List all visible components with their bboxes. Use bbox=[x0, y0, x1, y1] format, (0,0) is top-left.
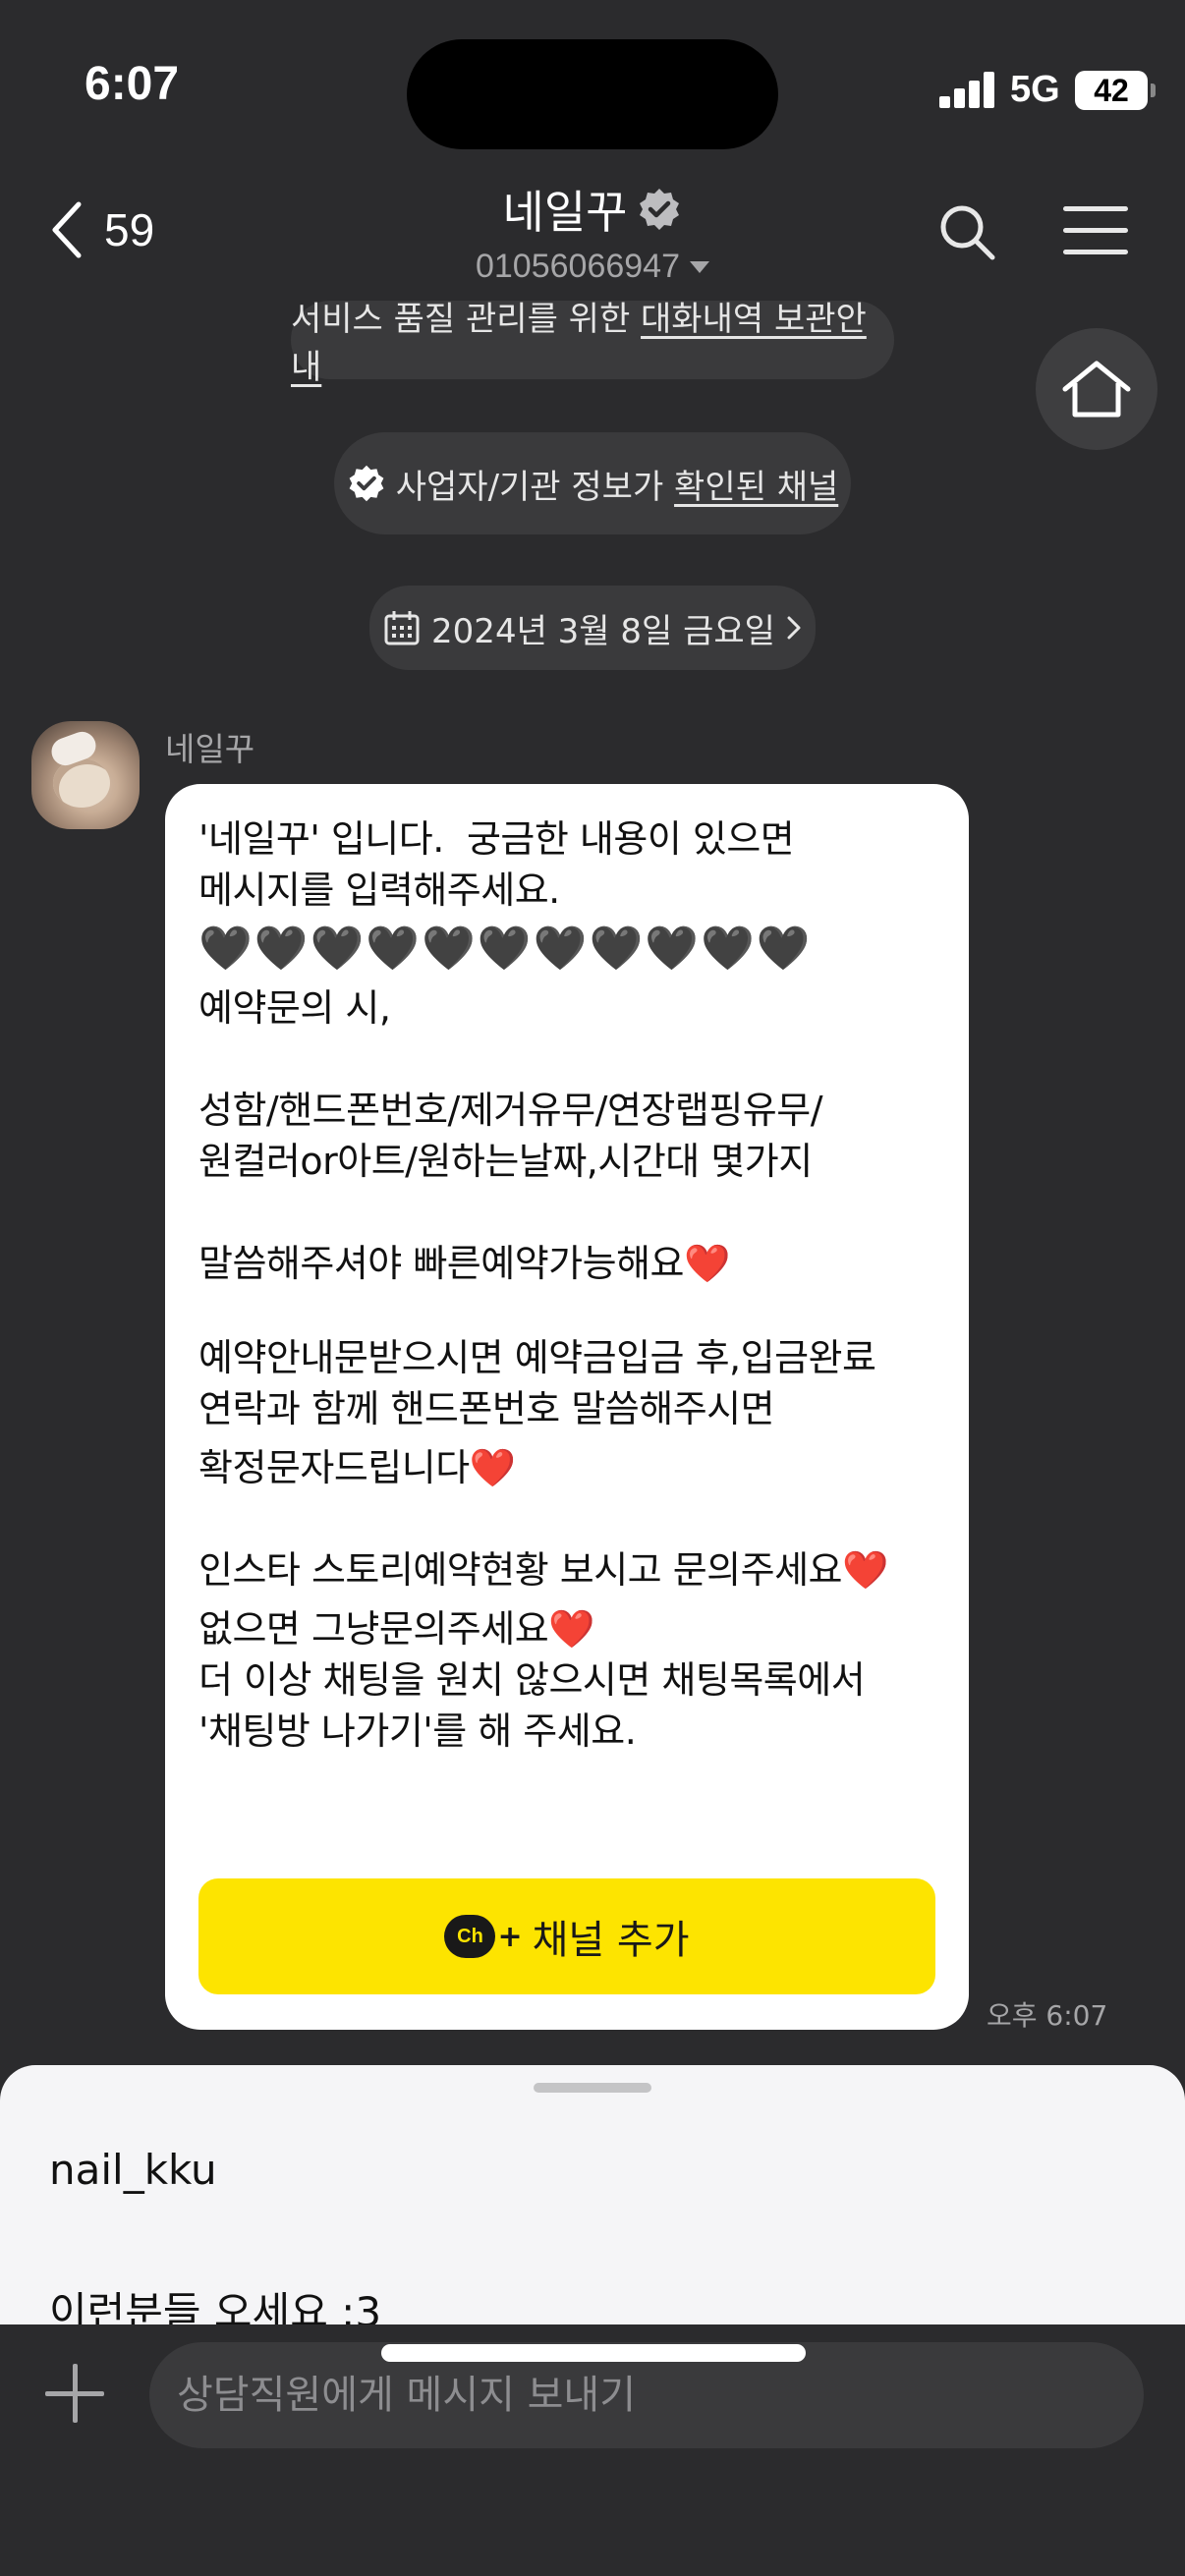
verified-badge-icon bbox=[640, 189, 680, 230]
home-button[interactable] bbox=[1036, 328, 1157, 450]
message-line: 예약문의 시, bbox=[198, 986, 391, 1030]
sheet-text-line: 이런분들 오세요 :3 bbox=[49, 2288, 382, 2324]
message-line: 성함/핸드폰번호/제거유무/연장랩핑유무/원컬러or아트/원하는날짜,시간대 몇… bbox=[198, 1089, 823, 1183]
date-divider[interactable]: 2024년 3월 8일 금요일 bbox=[369, 586, 816, 670]
add-channel-label: 채널 추가 bbox=[532, 1918, 690, 1963]
add-channel-button[interactable]: Ch + 채널 추가 bbox=[198, 1878, 935, 1994]
network-label: 5G bbox=[1010, 69, 1060, 110]
kakao-channel-icon: Ch bbox=[444, 1915, 496, 1958]
home-indicator[interactable] bbox=[381, 2344, 806, 2362]
verified-channel-notice[interactable]: 사업자/기관 정보가 확인된 채널 bbox=[334, 432, 851, 534]
storage-notice-text: 서비스 품질 관리를 위한 대화내역 보관안내 bbox=[291, 300, 867, 387]
message-text: '네일꾸' 입니다. 궁금한 내용이 있으면 메시지를 입력해주세요. 🖤🖤🖤🖤🖤… bbox=[198, 813, 935, 1757]
message-line: 확정문자드립니다❤️ bbox=[198, 1446, 516, 1489]
message-bubble: '네일꾸' 입니다. 궁금한 내용이 있으면 메시지를 입력해주세요. 🖤🖤🖤🖤🖤… bbox=[165, 784, 969, 2030]
message-line: 말씀해주셔야 빠른예약가능해요❤️ bbox=[198, 1242, 730, 1285]
menu-icon[interactable] bbox=[1063, 204, 1128, 255]
date-text: 2024년 3월 8일 금요일 bbox=[431, 611, 775, 651]
search-icon[interactable] bbox=[935, 200, 998, 263]
message-composer bbox=[0, 2324, 1185, 2576]
chevron-right-icon bbox=[787, 616, 801, 640]
plus-icon: + bbox=[497, 1919, 523, 1954]
red-heart-icon: ❤️ bbox=[469, 1446, 516, 1489]
sheet-drag-handle[interactable] bbox=[534, 2083, 651, 2093]
verified-notice-text: 사업자/기관 정보가 확인된 채널 bbox=[395, 467, 839, 507]
attach-plus-icon[interactable] bbox=[43, 2362, 106, 2425]
battery-icon: 42 bbox=[1075, 71, 1156, 110]
channel-title[interactable]: 네일꾸 bbox=[503, 177, 683, 242]
message-line: 더 이상 채팅을 원치 않으시면 채팅목록에서 '채팅방 나가기'를 해 주세요… bbox=[198, 1658, 876, 1753]
red-heart-icon: ❤️ bbox=[548, 1607, 595, 1651]
bottom-sheet[interactable]: nail_kku 이런분들 오세요 :3 bbox=[0, 2065, 1185, 2324]
channel-avatar[interactable] bbox=[31, 721, 140, 829]
dynamic-island bbox=[407, 39, 778, 149]
storage-notice[interactable]: 서비스 품질 관리를 위한 대화내역 보관안내 bbox=[291, 300, 894, 387]
phone-number: 01056066947 bbox=[475, 248, 680, 285]
red-heart-icon: ❤️ bbox=[684, 1242, 730, 1285]
channel-name: 네일꾸 bbox=[502, 186, 628, 239]
message-line: '네일꾸' 입니다. 궁금한 내용이 있으면 메시지를 입력해주세요. bbox=[198, 817, 806, 912]
home-icon bbox=[1062, 361, 1131, 418]
sender-name: 네일꾸 bbox=[165, 730, 255, 768]
status-time: 6:07 bbox=[85, 58, 180, 110]
verified-check-icon bbox=[349, 465, 384, 502]
message-timestamp: 오후 6:07 bbox=[987, 1999, 1108, 2032]
chat-header: 네일꾸 01056066947 bbox=[0, 177, 1185, 286]
phone-selector[interactable]: 01056066947 bbox=[476, 248, 709, 286]
message-line: 인스타 스토리예약현황 보시고 문의주세요❤️ bbox=[198, 1548, 888, 1592]
calendar-icon bbox=[384, 611, 420, 645]
sheet-text-line: nail_kku bbox=[49, 2146, 217, 2194]
verified-notice-link[interactable]: 확인된 채널 bbox=[674, 468, 838, 507]
caret-down-icon bbox=[690, 260, 709, 273]
message-line: 없으면 그냥문의주세요❤️ bbox=[198, 1607, 595, 1651]
message-line: 예약안내문받으시면 예약금입금 후,입금완료 연락과 함께 핸드폰번호 말씀해주… bbox=[198, 1336, 888, 1430]
red-heart-icon: ❤️ bbox=[842, 1548, 888, 1592]
signal-icon bbox=[939, 71, 996, 108]
black-hearts: 🖤🖤🖤🖤🖤🖤🖤🖤🖤🖤🖤 bbox=[198, 924, 813, 974]
